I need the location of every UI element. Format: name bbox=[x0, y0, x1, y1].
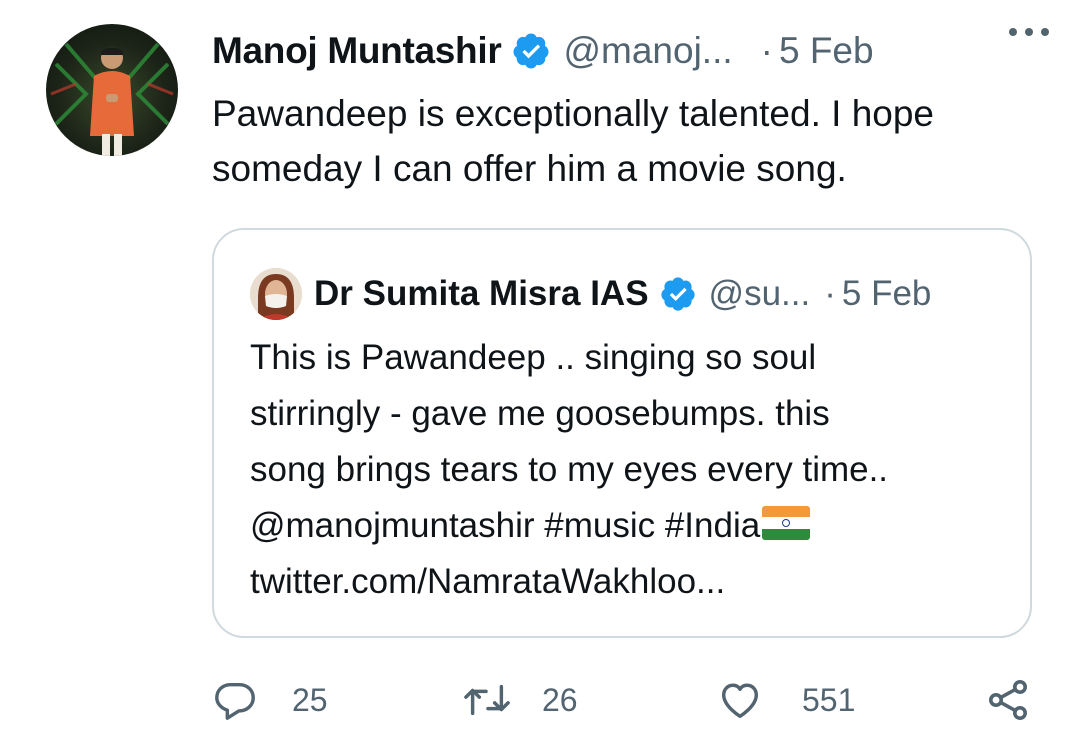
tweet-text: Pawandeep is exceptionally talented. I h… bbox=[212, 93, 935, 189]
quoted-text-line: This is Pawandeep .. singing so soul bbox=[250, 338, 817, 377]
tweet-header: Manoj Muntashir @manoj... · 5 Feb bbox=[212, 26, 1052, 76]
quoted-text-line: stirringly - gave me goosebumps. this bbox=[250, 394, 830, 433]
retweet-icon bbox=[462, 677, 512, 723]
share-icon bbox=[984, 676, 1032, 724]
retweet-button[interactable]: 26 bbox=[462, 668, 578, 732]
more-icon[interactable] bbox=[1004, 8, 1054, 38]
quoted-author-handle[interactable]: @su... bbox=[709, 274, 811, 314]
share-button[interactable] bbox=[984, 668, 1032, 732]
quoted-tweet[interactable]: Dr Sumita Misra IAS @su... · 5 Feb This … bbox=[212, 228, 1032, 638]
quoted-mentions-hashtags[interactable]: @manojmuntashir #music #India bbox=[250, 506, 760, 545]
verified-icon bbox=[511, 31, 551, 71]
author-name[interactable]: Manoj Muntashir bbox=[212, 30, 502, 72]
separator-dot: · bbox=[824, 274, 836, 313]
quoted-header: Dr Sumita Misra IAS @su... · 5 Feb bbox=[314, 268, 1014, 320]
quoted-author-name[interactable]: Dr Sumita Misra IAS bbox=[314, 274, 649, 314]
quoted-link[interactable]: twitter.com/NamrataWakhloo... bbox=[250, 554, 1020, 610]
like-button[interactable]: 551 bbox=[716, 668, 855, 732]
quoted-text-line: song brings tears to my eyes every time.… bbox=[250, 450, 889, 489]
like-count: 551 bbox=[802, 681, 856, 718]
quoted-date[interactable]: 5 Feb bbox=[842, 274, 932, 314]
reply-button[interactable]: 25 bbox=[212, 668, 328, 732]
verified-icon bbox=[659, 275, 697, 313]
like-icon bbox=[716, 677, 764, 723]
action-bar: 25 26 551 bbox=[212, 668, 1052, 732]
reply-icon bbox=[212, 677, 258, 723]
author-avatar[interactable] bbox=[46, 24, 178, 156]
tweet-date[interactable]: 5 Feb bbox=[779, 30, 874, 72]
author-handle[interactable]: @manoj... bbox=[563, 30, 732, 72]
reply-count: 25 bbox=[292, 681, 328, 718]
retweet-count: 26 bbox=[542, 681, 578, 718]
quoted-text: This is Pawandeep .. singing so soul sti… bbox=[250, 330, 1020, 610]
tweet[interactable]: Manoj Muntashir @manoj... · 5 Feb Pawand… bbox=[0, 0, 1080, 756]
quoted-text-line: @manojmuntashir #music #India bbox=[250, 498, 1020, 554]
india-flag-emoji bbox=[762, 506, 811, 540]
quoted-author-avatar[interactable] bbox=[250, 268, 302, 320]
separator-dot: · bbox=[760, 30, 773, 71]
